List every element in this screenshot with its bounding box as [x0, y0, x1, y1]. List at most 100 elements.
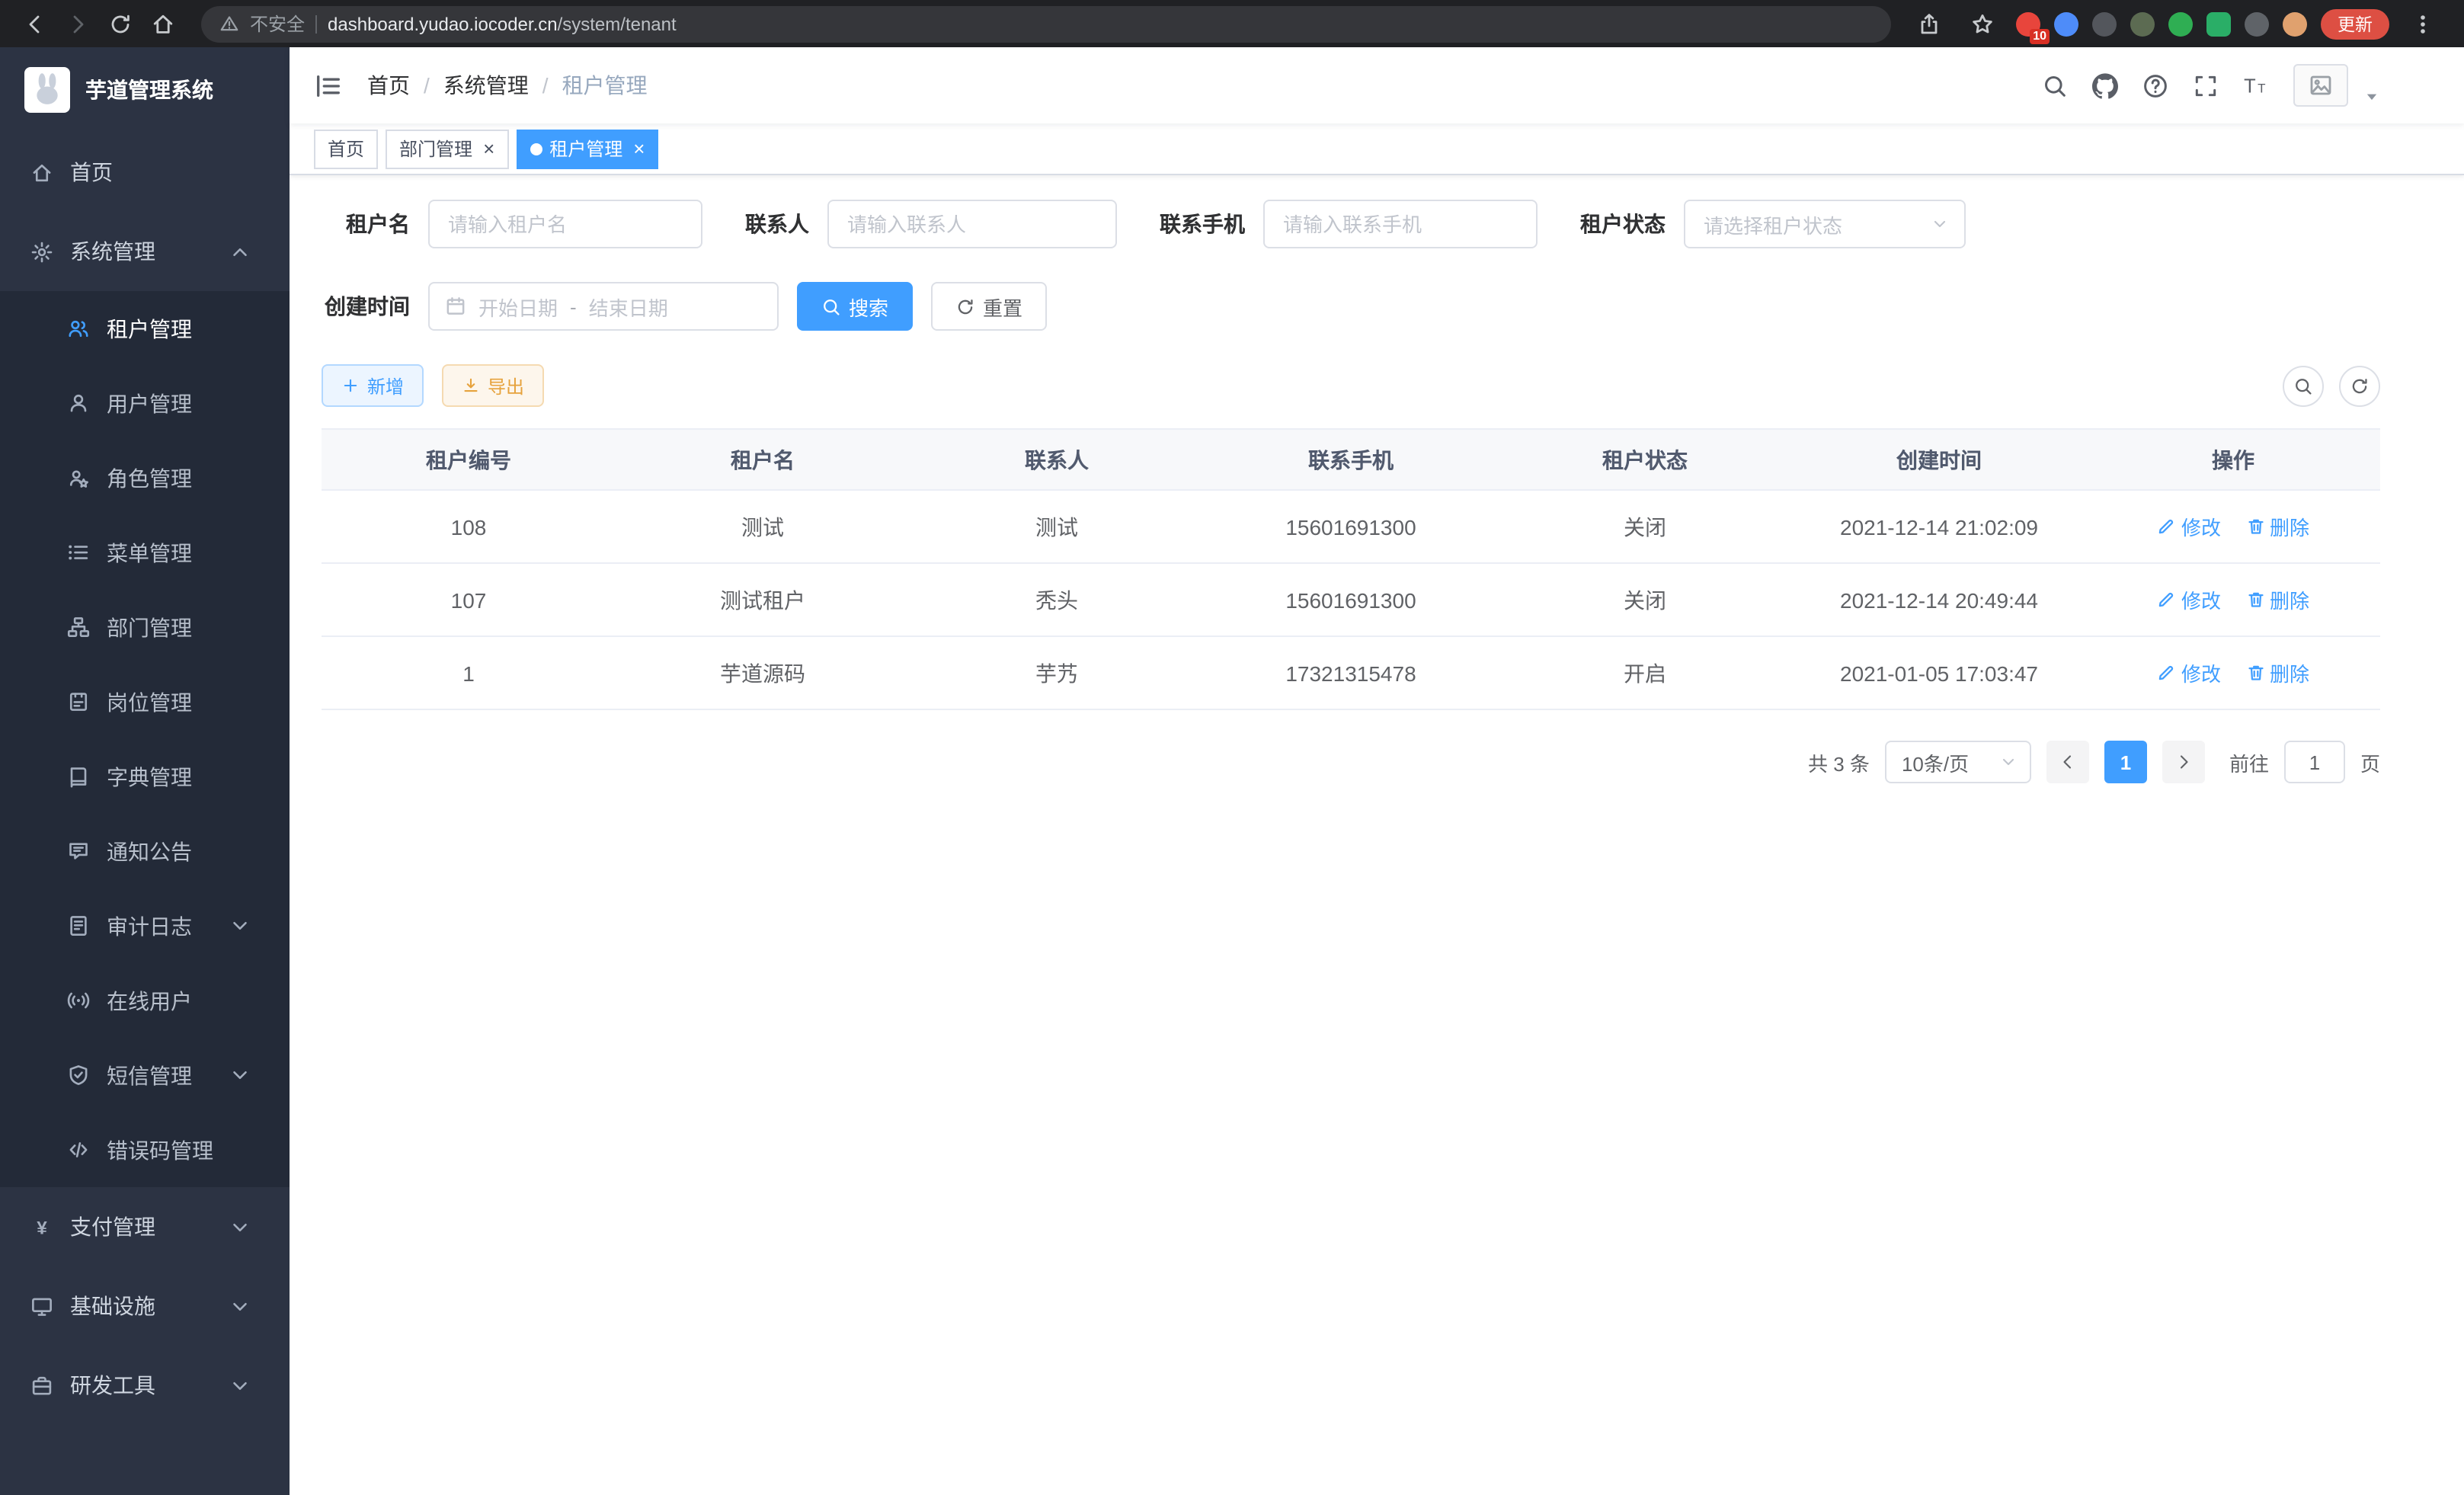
refresh-table-button[interactable]	[2339, 365, 2380, 406]
goto-label: 前往	[2229, 748, 2269, 776]
extension-4-icon[interactable]	[2130, 11, 2155, 36]
app-logo[interactable]: 芋道管理系统	[0, 47, 290, 133]
sidebar-toggle-icon[interactable]	[314, 71, 343, 100]
status-placeholder: 请选择租户状态	[1704, 210, 1842, 238]
browser-home-icon[interactable]	[143, 4, 183, 43]
mobile-input[interactable]	[1263, 200, 1538, 248]
sidebar-item-infra[interactable]: 基础设施	[0, 1266, 290, 1346]
forward-icon[interactable]	[58, 4, 98, 43]
sidebar-item-sms[interactable]: 短信管理	[0, 1038, 290, 1112]
reset-button[interactable]: 重置	[931, 282, 1047, 331]
chevron-down-icon	[229, 914, 251, 937]
profile-avatar-icon[interactable]	[2283, 11, 2307, 36]
mobile-label: 联系手机	[1160, 209, 1245, 239]
breadcrumb-item[interactable]: 首页	[367, 70, 410, 101]
help-icon[interactable]	[2142, 72, 2168, 98]
breadcrumb-item[interactable]: 系统管理	[443, 70, 529, 101]
goto-page-input[interactable]	[2284, 741, 2345, 783]
tab-home[interactable]: 首页	[314, 129, 378, 168]
sidebar-item-label: 基础设施	[70, 1291, 155, 1321]
delete-row-button[interactable]: 删除	[2245, 512, 2309, 541]
font-size-icon[interactable]: TT	[2243, 72, 2269, 98]
delete-row-button[interactable]: 删除	[2245, 585, 2309, 614]
tab-close-icon[interactable]: ×	[483, 139, 494, 158]
tab-tenant[interactable]: 租户管理×	[516, 129, 658, 168]
extensions-area: 10	[2016, 11, 2307, 36]
tenant-status-label: 租户状态	[1580, 209, 1666, 239]
tab-close-icon[interactable]: ×	[633, 139, 645, 158]
page-size-select[interactable]: 10条/页	[1885, 741, 2031, 783]
sidebar-item-online-user[interactable]: 在线用户	[0, 963, 290, 1038]
sidebar-item-label: 部门管理	[107, 612, 192, 642]
table-row: 1芋道源码芋艿17321315478开启2021-01-05 17:03:47修…	[322, 636, 2380, 709]
sidebar-item-menu[interactable]: 菜单管理	[0, 515, 290, 590]
create-time-range-picker[interactable]: 开始日期 - 结束日期	[428, 282, 779, 331]
shield-icon	[67, 1064, 90, 1087]
share-icon[interactable]	[1909, 4, 1949, 43]
extension-5-icon[interactable]	[2168, 11, 2193, 36]
navbar: 首页/系统管理/租户管理 TT	[290, 47, 2464, 123]
contact-input[interactable]	[827, 200, 1117, 248]
prev-page-button[interactable]	[2046, 741, 2089, 783]
tab-dept[interactable]: 部门管理×	[386, 129, 508, 168]
sidebar-item-label: 短信管理	[107, 1060, 192, 1090]
tenant-name-input[interactable]	[428, 200, 702, 248]
sidebar-item-pay[interactable]: ¥支付管理	[0, 1187, 290, 1266]
page-number-button[interactable]: 1	[2104, 741, 2147, 783]
gear-icon	[30, 240, 53, 263]
extension-puzzle-icon[interactable]	[2245, 11, 2269, 36]
edit-row-button[interactable]: 修改	[2157, 512, 2221, 541]
toggle-search-button[interactable]	[2283, 365, 2324, 406]
sidebar-item-notice[interactable]: 通知公告	[0, 814, 290, 888]
sidebar-item-role[interactable]: 角色管理	[0, 440, 290, 515]
column-header: 联系人	[910, 429, 1204, 490]
tenant-icon	[67, 317, 90, 340]
browser-menu-icon[interactable]	[2403, 4, 2443, 43]
sidebar-item-tenant[interactable]: 租户管理	[0, 291, 290, 366]
tenant-status-select[interactable]: 请选择租户状态	[1684, 200, 1966, 248]
star-glyph	[1970, 11, 1995, 36]
github-icon[interactable]	[2092, 72, 2118, 98]
sidebar-item-dept[interactable]: 部门管理	[0, 590, 290, 664]
table-header-row: 租户编号租户名联系人联系手机租户状态创建时间操作	[322, 429, 2380, 490]
share-glyph	[1917, 11, 1941, 36]
search-icon[interactable]	[2042, 72, 2068, 98]
fullscreen-icon[interactable]	[2193, 72, 2219, 98]
add-button[interactable]: 新增	[322, 364, 424, 407]
delete-row-button[interactable]: 删除	[2245, 658, 2309, 687]
user-avatar[interactable]	[2293, 64, 2348, 107]
extension-badge: 10	[2030, 28, 2050, 43]
role-icon	[67, 466, 90, 489]
extension-2-icon[interactable]	[2054, 11, 2078, 36]
next-page-button[interactable]	[2162, 741, 2205, 783]
edit-row-button[interactable]: 修改	[2157, 658, 2221, 687]
edit-row-button[interactable]: 修改	[2157, 585, 2221, 614]
reload-icon[interactable]	[101, 4, 140, 43]
reset-button-label: 重置	[983, 292, 1022, 321]
sidebar-item-home[interactable]: 首页	[0, 133, 290, 212]
extension-3-icon[interactable]	[2092, 11, 2117, 36]
search-button[interactable]: 搜索	[797, 282, 913, 331]
bookmark-star-icon[interactable]	[1963, 4, 2002, 43]
search-button-label: 搜索	[849, 292, 888, 321]
update-button[interactable]: 更新	[2321, 8, 2389, 39]
tree-icon	[67, 616, 90, 639]
cell-actions: 修改删除	[2086, 490, 2380, 563]
sidebar-item-dev-tool[interactable]: 研发工具	[0, 1346, 290, 1425]
sidebar-item-user[interactable]: 用户管理	[0, 366, 290, 440]
back-icon[interactable]	[15, 4, 55, 43]
cell-contact: 秃头	[910, 563, 1204, 636]
cell-mobile: 15601691300	[1204, 490, 1498, 563]
sidebar-item-error-code[interactable]: 错误码管理	[0, 1112, 290, 1187]
cell-status: 关闭	[1498, 563, 1792, 636]
export-button[interactable]: 导出	[442, 364, 544, 407]
extension-6-icon[interactable]	[2206, 11, 2231, 36]
avatar-caret-icon[interactable]	[2363, 88, 2380, 104]
sidebar-item-system[interactable]: 系统管理	[0, 212, 290, 291]
sidebar-item-dict[interactable]: 字典管理	[0, 739, 290, 814]
sidebar-item-audit-log[interactable]: 审计日志	[0, 888, 290, 963]
sidebar-item-post[interactable]: 岗位管理	[0, 664, 290, 739]
address-bar[interactable]: 不安全 dashboard.yudao.iocoder.cn/system/te…	[201, 5, 1891, 42]
navbar-actions: TT	[2042, 64, 2380, 107]
extension-1-icon[interactable]: 10	[2016, 11, 2040, 36]
